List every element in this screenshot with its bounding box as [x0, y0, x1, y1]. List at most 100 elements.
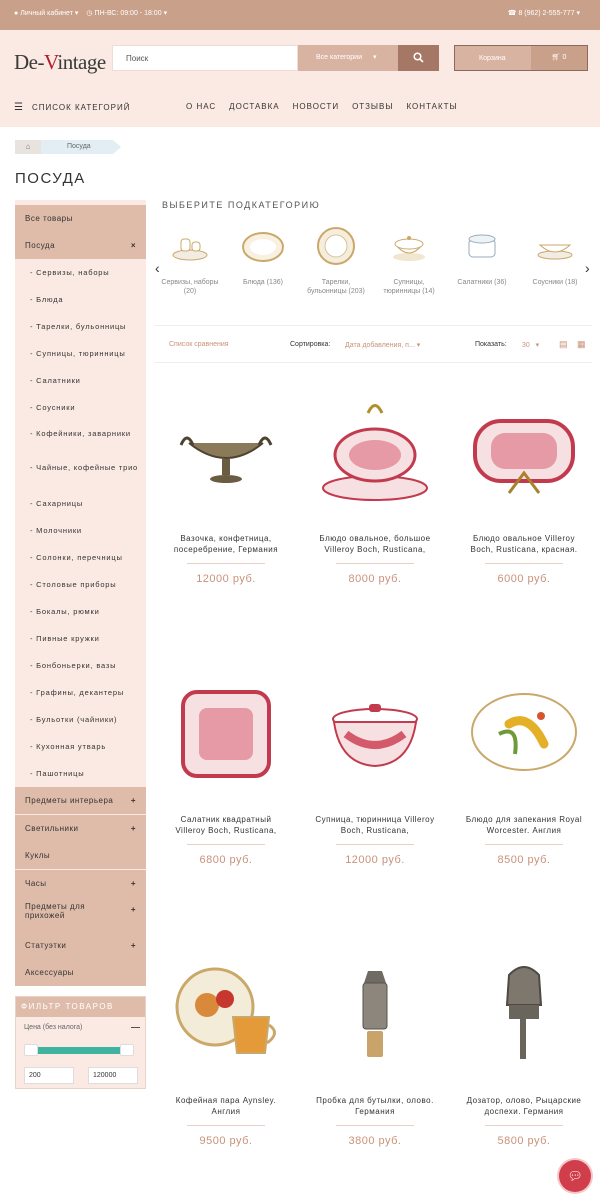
- category-menu-toggle[interactable]: ☰ СПИСОК КАТЕГОРИЙ: [14, 102, 131, 113]
- price-slider-max-handle[interactable]: [120, 1044, 134, 1056]
- product-card[interactable]: Вазочка, конфетница, посеребрение, Герма…: [157, 375, 295, 633]
- grid-view-icon[interactable]: ▦: [577, 339, 586, 350]
- expand-icon[interactable]: +: [131, 905, 136, 914]
- sidebar-subitem[interactable]: - Супницы, тюринницы: [15, 340, 146, 367]
- sidebar-item-tableware[interactable]: Посуда ×: [15, 232, 146, 259]
- sidebar-subitem[interactable]: - Молочники: [15, 517, 146, 544]
- search-button[interactable]: [398, 45, 439, 71]
- sidebar-subitem[interactable]: - Блюда: [15, 286, 146, 313]
- search-input[interactable]: Поиск: [112, 45, 298, 71]
- basket-icon: 🛒︎: [551, 54, 561, 61]
- sidebar-subitem[interactable]: - Графины, декантеры: [15, 679, 146, 706]
- sort-select[interactable]: Дата добавления, п... ▾: [345, 341, 420, 349]
- sidebar-subitem[interactable]: - Салатники: [15, 367, 146, 394]
- product-name[interactable]: Кофейная пара Aynsley. Англия: [165, 1095, 287, 1117]
- product-card[interactable]: Салатник квадратный Villeroy Boch, Rusti…: [157, 656, 295, 914]
- expand-icon[interactable]: +: [131, 870, 136, 897]
- sidebar-subitem[interactable]: - Тарелки, бульонницы: [15, 313, 146, 340]
- price-slider[interactable]: [24, 1044, 134, 1056]
- subcategory-label: Салатники (36): [457, 279, 507, 286]
- cart-button[interactable]: Корзина 🛒︎ 0: [454, 45, 588, 71]
- sidebar-subitem[interactable]: - Бокалы, рюмки: [15, 598, 146, 625]
- account-menu[interactable]: ● Личный кабинет ▾: [14, 10, 78, 17]
- product-card[interactable]: Блюдо для запекания Royal Worcester. Анг…: [455, 656, 593, 914]
- nav-news[interactable]: НОВОСТИ: [293, 102, 339, 111]
- price-slider-min-handle[interactable]: [24, 1044, 38, 1056]
- hours-menu[interactable]: ◷ ПН-ВС: 09:00 - 18:00 ▾: [86, 10, 167, 17]
- sidebar-subitem[interactable]: - Бонбоньерки, вазы: [15, 652, 146, 679]
- subcategory-item[interactable]: Сервизы, наборы (20): [157, 225, 223, 296]
- nav-reviews[interactable]: ОТЗЫВЫ: [352, 102, 393, 111]
- product-card[interactable]: Супница, тюринница Villeroy Boch, Rustic…: [306, 656, 444, 914]
- sidebar-subitem[interactable]: - Чайные, кофейные трио: [15, 460, 146, 492]
- sidebar-item-clocks[interactable]: Часы +: [15, 870, 146, 897]
- sidebar-subitem[interactable]: - Пивные кружки: [15, 625, 146, 652]
- tea-set-image: [172, 238, 208, 261]
- product-name[interactable]: Блюдо овальное, большое Villeroy Boch, R…: [314, 533, 436, 555]
- compare-link[interactable]: Список сравнения: [169, 341, 229, 348]
- phone-icon: ☎: [507, 10, 517, 17]
- top-bar: ● Личный кабинет ▾ ◷ ПН-ВС: 09:00 - 18:0…: [0, 0, 600, 30]
- collapse-icon[interactable]: —: [131, 1022, 140, 1032]
- sidebar-subitem-label: - Соусники: [30, 403, 76, 412]
- product-name[interactable]: Вазочка, конфетница, посеребрение, Герма…: [165, 533, 287, 555]
- product-card[interactable]: Кофейная пара Aynsley. Англия 9500 руб.: [157, 937, 295, 1195]
- product-name[interactable]: Блюдо для запекания Royal Worcester. Анг…: [463, 814, 585, 836]
- product-name[interactable]: Блюдо овальное Villeroy Boch, Rusticana,…: [463, 533, 585, 555]
- phone-menu[interactable]: ☎ 8 (962) 2-555-777 ▾: [508, 10, 580, 17]
- nav-about[interactable]: О НАС: [186, 102, 216, 111]
- sidebar-item-label: Предметы интерьера: [25, 796, 114, 805]
- product-image: [473, 419, 575, 494]
- sidebar-subitem[interactable]: - Солонки, перечницы: [15, 544, 146, 571]
- sidebar-item-hallway[interactable]: Предметы для прихожей +: [15, 897, 146, 932]
- phone-label: 8 (962) 2-555-777: [518, 10, 575, 17]
- sidebar-subitem[interactable]: - Кухонная утварь: [15, 733, 146, 760]
- subcategory-item[interactable]: Салатники (36): [449, 225, 515, 287]
- caret-down-icon: ▾: [576, 10, 580, 17]
- logo[interactable]: De-Vintage: [14, 50, 106, 75]
- sidebar-item-lamps[interactable]: Светильники +: [15, 815, 146, 842]
- product-name[interactable]: Салатник квадратный Villeroy Boch, Rusti…: [165, 814, 287, 836]
- expand-icon[interactable]: +: [131, 787, 136, 814]
- cart-label: Корзина: [479, 55, 506, 62]
- product-price: 3800 руб.: [348, 1135, 402, 1147]
- subcategory-item[interactable]: Соусники (18): [522, 225, 588, 287]
- subcategory-item[interactable]: Супницы, тюринницы (14): [376, 225, 442, 296]
- product-name[interactable]: Дозатор, олово, Рыцарские доспехи. Герма…: [463, 1095, 585, 1117]
- subcategory-item[interactable]: Блюда (136): [230, 225, 296, 287]
- product-name[interactable]: Пробка для бутылки, олово. Германия: [314, 1095, 436, 1117]
- sidebar-item-all[interactable]: Все товары: [15, 205, 146, 232]
- category-select[interactable]: Все категории ▾: [298, 45, 398, 71]
- chat-button[interactable]: 💬︎: [559, 1160, 591, 1192]
- price-min-input[interactable]: 200: [24, 1067, 74, 1084]
- sidebar-subitem[interactable]: - Соусники: [15, 394, 146, 421]
- sidebar-subitem[interactable]: - Столовые приборы: [15, 571, 146, 598]
- product-card[interactable]: Блюдо овальное Villeroy Boch, Rusticana,…: [455, 375, 593, 633]
- product-name[interactable]: Супница, тюринница Villeroy Boch, Rustic…: [314, 814, 436, 836]
- plate-image: [317, 227, 355, 265]
- product-card[interactable]: Блюдо овальное, большое Villeroy Boch, R…: [306, 375, 444, 633]
- sidebar-subitem[interactable]: - Бульотки (чайники): [15, 706, 146, 733]
- sidebar-subitem[interactable]: - Кофейники, заварники: [15, 426, 146, 458]
- nav-contacts[interactable]: КОНТАКТЫ: [406, 102, 457, 111]
- sidebar-item-figurines[interactable]: Статуэтки +: [15, 932, 146, 959]
- product-toolbar: Список сравнения Сортировка: Дата добавл…: [155, 325, 592, 363]
- expand-icon[interactable]: +: [131, 815, 136, 842]
- sidebar-subitem[interactable]: - Сахарницы: [15, 490, 146, 517]
- sidebar-subitem[interactable]: - Сервизы, наборы: [15, 259, 146, 286]
- nav-delivery[interactable]: ДОСТАВКА: [229, 102, 279, 111]
- collapse-icon[interactable]: ×: [131, 232, 136, 259]
- sidebar-item-interior[interactable]: Предметы интерьера +: [15, 787, 146, 814]
- sidebar-subitem[interactable]: - Пашотницы: [15, 760, 146, 787]
- sidebar-subitem-label: - Молочники: [30, 526, 82, 535]
- product-card[interactable]: Дозатор, олово, Рыцарские доспехи. Герма…: [455, 937, 593, 1195]
- show-select[interactable]: 30 ▾: [522, 341, 539, 349]
- home-icon[interactable]: ⌂: [15, 140, 41, 154]
- price-max-input[interactable]: 120000: [88, 1067, 138, 1084]
- expand-icon[interactable]: +: [131, 932, 136, 959]
- product-card[interactable]: Пробка для бутылки, олово. Германия 3800…: [306, 937, 444, 1195]
- sidebar-item-accessories[interactable]: Аксессуары: [15, 959, 146, 986]
- subcategory-item[interactable]: Тарелки, бульонницы (203): [303, 225, 369, 296]
- sidebar-item-dolls[interactable]: Куклы: [15, 842, 146, 869]
- list-view-icon[interactable]: ▤: [559, 339, 568, 350]
